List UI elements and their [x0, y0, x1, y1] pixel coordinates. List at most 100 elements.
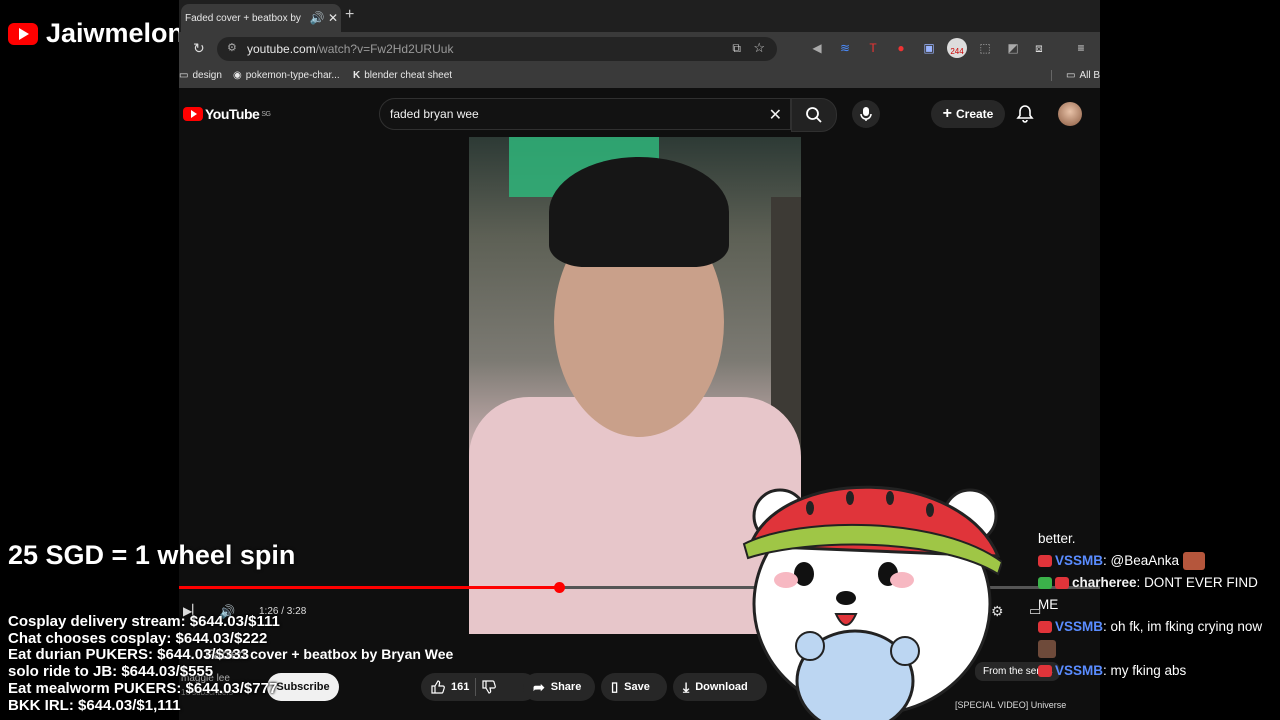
ext-icon[interactable]: ⬚ [977, 40, 993, 56]
search-input[interactable]: faded bryan wee ✕ [379, 98, 791, 130]
chat-text: my fking abs [1110, 663, 1187, 678]
bookmarks-bar: ▭ design ◉ pokemon-type-char... Kblender c… [179, 66, 1100, 88]
save-label: Save [624, 681, 650, 693]
share-label: Share [550, 681, 582, 693]
bell-icon [1016, 105, 1034, 123]
youtube-header: YouTube SG faded bryan wee ✕ + Create [179, 94, 1100, 136]
chat-message: charheree: DONT EVER FIND ME [1038, 575, 1258, 612]
extensions-puzzle-icon[interactable]: ⧈ [1031, 40, 1047, 56]
microphone-icon [860, 107, 872, 121]
chat-message: VSSMB: oh fk, im fking crying now [1038, 616, 1276, 660]
ext-badge: 244 [950, 47, 964, 56]
share-button[interactable]: ➦ Share [523, 673, 595, 701]
chat-text: @BeaAnka [1110, 553, 1180, 568]
search-icon [806, 107, 822, 123]
chat-username: charheree [1072, 575, 1137, 590]
bookmark-design[interactable]: ▭ design [179, 70, 222, 81]
youtube-play-icon [183, 107, 203, 121]
bookmark-label: pokemon-type-char... [245, 70, 340, 81]
badge-icon [1038, 555, 1052, 568]
watermelon-seed [806, 501, 814, 515]
notifications-button[interactable] [1016, 104, 1034, 129]
region-code: SG [261, 110, 271, 118]
chat-text: DONT EVER FIND ME [1038, 575, 1258, 612]
site-info-icon[interactable]: ⚙ [227, 41, 237, 54]
create-label: Create [955, 107, 994, 121]
bookmark-label: design [192, 70, 222, 81]
url-host: youtube.com [247, 42, 316, 56]
mascot-blush [890, 572, 914, 588]
goal-item: Cosplay delivery stream: $644.03/$111 [8, 613, 280, 630]
create-button[interactable]: + Create [931, 100, 1005, 128]
new-tab-icon[interactable]: + [345, 6, 354, 24]
goal-item: Chat chooses cosplay: $644.03/$222 [8, 629, 268, 647]
youtube-logo-text: YouTube [205, 106, 260, 122]
mascot-plush-ear [890, 636, 920, 666]
bookmark-star-icon[interactable]: ☆ [753, 40, 765, 56]
goal-item: Eat mealworm PUKERS: $644.03/$777 [8, 679, 278, 697]
speaker-icon[interactable]: 🔊 [309, 11, 325, 25]
voice-search-button[interactable] [852, 100, 880, 128]
account-avatar[interactable] [1058, 102, 1082, 126]
goal-item: Eat durian PUKERS: $644.03/$333 [8, 646, 249, 664]
url-field[interactable]: ⚙ youtube.com/watch?v=Fw2Hd2URUuk ⧉ ☆ [217, 37, 777, 61]
donation-goals: Cosplay delivery stream: $644.03/$111 Ch… [8, 613, 280, 714]
watermelon-seed [846, 491, 854, 505]
clear-search-icon[interactable]: ✕ [769, 105, 782, 125]
like-dislike-group: 161 [421, 673, 537, 701]
progress-fill [179, 586, 560, 589]
pokeball-ext-icon[interactable]: 244 [947, 38, 967, 58]
volume-ext-icon[interactable]: ◀ [809, 40, 825, 56]
audio-ext-icon[interactable]: ≋ [837, 40, 853, 56]
chat-message: VSSMB: @BeaAnka [1038, 550, 1276, 572]
badge-icon [1038, 621, 1052, 634]
bear-mascot-sticker [742, 485, 1002, 720]
bookmark-label: All B [1079, 70, 1100, 81]
search-button[interactable] [791, 98, 837, 132]
bookmark-blender[interactable]: Kblender cheat sheet [353, 70, 452, 81]
tab-active[interactable]: Faded cover + beatbox by 🔊 ✕ [181, 4, 341, 32]
video-scene [549, 157, 729, 267]
twitch-ext-icon[interactable]: ▣ [921, 40, 937, 56]
emote-icon [1182, 552, 1205, 571]
youtube-logo-icon [8, 22, 38, 45]
thumbs-down-icon[interactable] [482, 680, 497, 694]
share-arrow-icon: ➦ [533, 678, 545, 695]
mascot-blush [774, 572, 798, 588]
ext-icon-2[interactable]: ◩ [1005, 40, 1021, 56]
badge-icon [1038, 577, 1052, 590]
like-button[interactable]: 161 [431, 680, 469, 694]
bookmark-label: blender cheat sheet [364, 70, 453, 81]
chat-message: better. [1038, 528, 1276, 550]
chat-overlay: better. VSSMB: @BeaAnka charheree: DONT … [1038, 528, 1276, 682]
save-button[interactable]: ▯ Save [601, 673, 667, 701]
thumbs-up-icon [431, 680, 445, 694]
close-tab-icon[interactable]: ✕ [325, 11, 341, 25]
emote-icon [1038, 640, 1056, 659]
bookmark-pokemon[interactable]: ◉ pokemon-type-char... [233, 70, 340, 81]
mascot-nose [836, 591, 856, 605]
youtube-logo[interactable]: YouTube SG [183, 106, 271, 122]
url-path: /watch?v=Fw2Hd2URUuk [315, 42, 454, 56]
chat-text: better. [1038, 531, 1076, 546]
plus-icon: + [942, 105, 952, 122]
search-value: faded bryan wee [390, 107, 479, 121]
record-ext-icon[interactable]: ● [893, 40, 909, 56]
bookmark-icon: ▯ [611, 679, 619, 694]
download-icon: ⤓ [683, 678, 690, 695]
chat-username: VSSMB [1055, 619, 1104, 634]
globe-icon: ◉ [233, 70, 242, 81]
install-app-icon[interactable]: ⧉ [732, 41, 741, 56]
bookmark-all[interactable]: ▭ All B [1051, 70, 1100, 81]
chat-text: oh fk, im fking crying now [1110, 619, 1263, 634]
translate-ext-icon[interactable]: T [865, 40, 881, 56]
badge-icon [1055, 577, 1069, 590]
like-count: 161 [451, 681, 470, 693]
goal-item: solo ride to JB: $644.03/$555 [8, 663, 214, 681]
chat-username: VSSMB [1055, 553, 1104, 568]
tab-strip: Faded cover + beatbox by 🔊 ✕ + [179, 0, 1100, 32]
watermelon-seed [886, 491, 894, 505]
reload-icon[interactable]: ↻ [193, 40, 205, 57]
divider [475, 678, 477, 696]
reading-list-icon[interactable]: ≡ [1073, 40, 1089, 56]
